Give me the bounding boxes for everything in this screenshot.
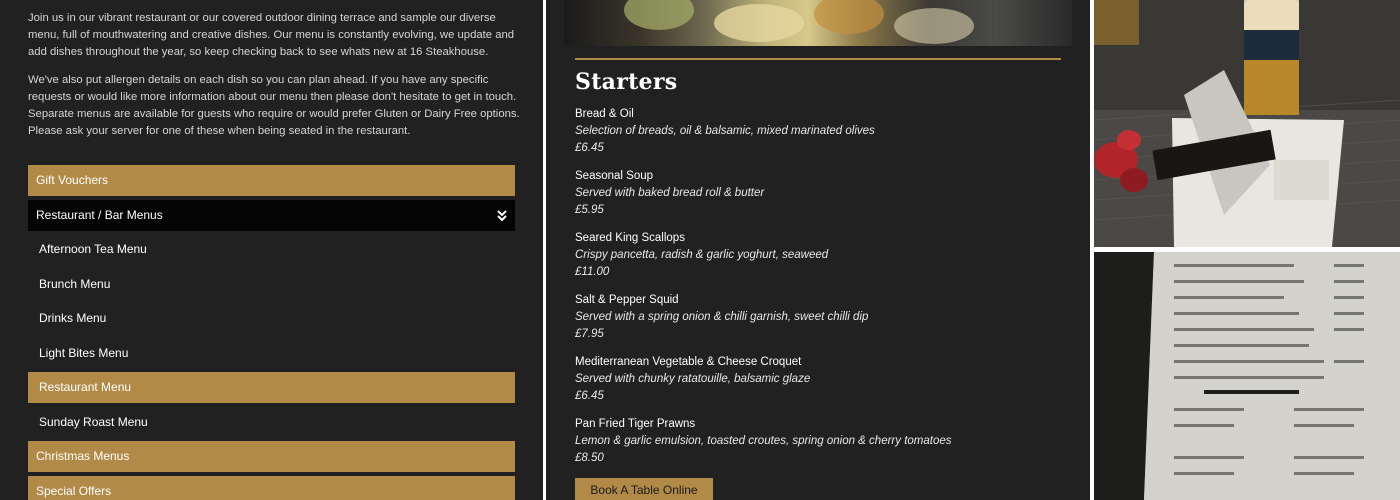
- dish-price: £6.45: [575, 142, 604, 154]
- dish-item: Pan Fried Tiger Prawns Lemon & garlic em…: [575, 416, 1065, 467]
- submenu-afternoon-tea[interactable]: Afternoon Tea Menu: [28, 234, 515, 265]
- menu-sidebar-panel: Join us in our vibrant restaurant or our…: [0, 0, 543, 500]
- dish-item: Salt & Pepper Squid Served with a spring…: [575, 292, 1065, 343]
- dish-name: Seasonal Soup: [575, 170, 654, 182]
- book-table-button[interactable]: Book A Table Online: [575, 478, 713, 500]
- dish-description: Served with a spring onion & chilli garn…: [575, 311, 869, 323]
- dish-item: Mediterranean Vegetable & Cheese Croquet…: [575, 354, 1065, 405]
- menu-restaurant-bar-menus[interactable]: Restaurant / Bar Menus: [28, 200, 515, 231]
- intro-paragraph-1: Join us in our vibrant restaurant or our…: [28, 12, 515, 58]
- dish-price: £8.50: [575, 452, 604, 464]
- dish-description: Selection of breads, oil & balsamic, mix…: [575, 125, 875, 137]
- food-photo: [564, 0, 1072, 46]
- starters-heading: Starters: [575, 69, 678, 95]
- dish-description: Served with chunky ratatouille, balsamic…: [575, 373, 811, 385]
- submenu-sunday-roast-label: Sunday Roast Menu: [39, 415, 148, 429]
- dish-description: Crispy pancetta, radish & garlic yoghurt…: [575, 249, 829, 261]
- dish-description: Served with baked bread roll & butter: [575, 187, 765, 199]
- menu-restaurant-bar-menus-label: Restaurant / Bar Menus: [36, 208, 163, 222]
- submenu-brunch-label: Brunch Menu: [39, 277, 111, 291]
- menu-gift-vouchers-label: Gift Vouchers: [36, 173, 109, 187]
- photo-gallery: [1093, 0, 1400, 500]
- submenu-brunch[interactable]: Brunch Menu: [28, 269, 515, 300]
- chevron-double-down-icon: [497, 200, 507, 233]
- dish-name: Pan Fried Tiger Prawns: [575, 418, 696, 430]
- submenu-drinks-label: Drinks Menu: [39, 311, 107, 325]
- dish-price: £11.00: [575, 266, 610, 278]
- submenu-afternoon-tea-label: Afternoon Tea Menu: [39, 242, 147, 256]
- dish-name: Bread & Oil: [575, 108, 634, 120]
- table-setting-photo: [1094, 0, 1400, 247]
- dish-item: Seared King Scallops Crispy pancetta, ra…: [575, 230, 1065, 281]
- submenu-light-bites-label: Light Bites Menu: [39, 346, 129, 360]
- dish-name: Seared King Scallops: [575, 232, 685, 244]
- intro-paragraph-2: We've also put allergen details on each …: [28, 74, 520, 137]
- menu-christmas-menus[interactable]: Christmas Menus: [28, 441, 515, 472]
- gold-divider: [575, 58, 1061, 60]
- menu-special-offers[interactable]: Special Offers: [28, 476, 515, 500]
- submenu-drinks[interactable]: Drinks Menu: [28, 303, 515, 334]
- menu-christmas-menus-label: Christmas Menus: [36, 449, 130, 463]
- submenu-restaurant-menu[interactable]: Restaurant Menu: [28, 372, 515, 403]
- submenu-sunday-roast[interactable]: Sunday Roast Menu: [28, 407, 515, 438]
- dish-description: Lemon & garlic emulsion, toasted croutes…: [575, 435, 952, 447]
- dish-price: £6.45: [575, 390, 604, 402]
- dish-item: Bread & Oil Selection of breads, oil & b…: [575, 106, 1065, 157]
- dish-price: £7.95: [575, 328, 604, 340]
- dish-name: Mediterranean Vegetable & Cheese Croquet: [575, 356, 802, 368]
- menu-special-offers-label: Special Offers: [36, 484, 112, 498]
- submenu-light-bites[interactable]: Light Bites Menu: [28, 338, 515, 369]
- submenu-restaurant-menu-label: Restaurant Menu: [39, 380, 132, 394]
- menu-gift-vouchers[interactable]: Gift Vouchers: [28, 165, 515, 196]
- dish-name: Salt & Pepper Squid: [575, 294, 679, 306]
- menu-card-photo: [1094, 252, 1400, 500]
- dish-price: £5.95: [575, 204, 604, 216]
- starters-panel: Starters Bread & Oil Selection of breads…: [546, 0, 1090, 500]
- dish-item: Seasonal Soup Served with baked bread ro…: [575, 168, 1065, 219]
